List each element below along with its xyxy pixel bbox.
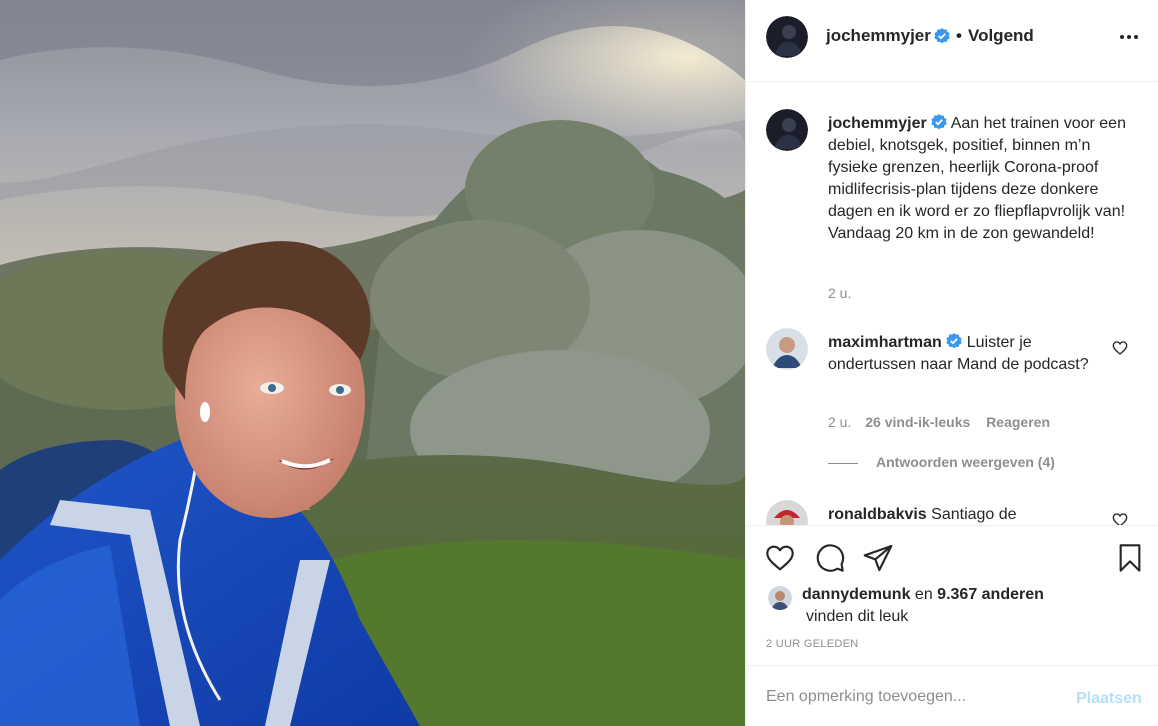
like-heart-icon[interactable] bbox=[764, 542, 796, 574]
view-replies-label: Antwoorden weergeven (4) bbox=[876, 454, 1055, 470]
likes-others-count[interactable]: 9.367 anderen bbox=[937, 586, 1044, 603]
add-comment-input[interactable] bbox=[766, 684, 1056, 710]
instagram-post-modal: jochemmyjer • Volgend jochemmyjer Aan he… bbox=[0, 0, 1158, 726]
comment-username[interactable]: ronaldbakvis bbox=[828, 506, 927, 523]
post-comment-button[interactable]: Plaatsen bbox=[1076, 690, 1142, 708]
comment-text: Santiago de bbox=[931, 506, 1017, 523]
post-timestamp[interactable]: 2 UUR GELEDEN bbox=[766, 638, 859, 650]
first-liker-username[interactable]: dannydemunk bbox=[802, 586, 910, 603]
comment-icon[interactable] bbox=[814, 542, 846, 574]
commenter-avatar[interactable] bbox=[766, 500, 808, 525]
follow-status-button[interactable]: Volgend bbox=[968, 26, 1034, 46]
selfie-photo-illustration bbox=[0, 0, 745, 726]
add-comment-form: Plaatsen bbox=[746, 665, 1158, 726]
more-options-icon[interactable] bbox=[1120, 32, 1144, 42]
view-replies-button[interactable]: Antwoorden weergeven (4) bbox=[828, 454, 1055, 470]
comment-time[interactable]: 2 u. bbox=[828, 414, 851, 430]
author-username[interactable]: jochemmyjer bbox=[826, 26, 931, 46]
comment-meta: 2 u. 26 vind-ik-leuks Reageren bbox=[828, 414, 1050, 430]
verified-badge-icon bbox=[931, 114, 947, 130]
liker-avatar[interactable] bbox=[768, 586, 792, 610]
profile-avatar-icon bbox=[766, 16, 808, 58]
likes-suffix: vinden dit leuk bbox=[806, 608, 909, 625]
author-avatar[interactable] bbox=[766, 16, 808, 58]
post-details-panel: jochemmyjer • Volgend jochemmyjer Aan he… bbox=[745, 0, 1158, 726]
caption-author-avatar[interactable] bbox=[766, 109, 808, 151]
comment-text-block: maximhartman Luister je ondertussen naar… bbox=[828, 332, 1098, 376]
profile-avatar-icon bbox=[766, 109, 808, 151]
comment-likes-count[interactable]: 26 vind-ik-leuks bbox=[865, 414, 970, 430]
reply-button[interactable]: Reageren bbox=[986, 414, 1050, 430]
post-photo[interactable] bbox=[0, 0, 745, 726]
save-bookmark-icon[interactable] bbox=[1114, 542, 1146, 574]
commenter-avatar[interactable] bbox=[766, 328, 808, 370]
comment-username[interactable]: maximhartman bbox=[828, 334, 942, 351]
caption-text: Aan het trainen voor een debiel, knotsge… bbox=[828, 115, 1126, 242]
post-header: jochemmyjer • Volgend bbox=[746, 0, 1158, 82]
caption-username[interactable]: jochemmyjer bbox=[828, 115, 927, 132]
likes-connector: en bbox=[914, 586, 933, 603]
comments-list[interactable]: jochemmyjer Aan het trainen voor een deb… bbox=[746, 83, 1158, 525]
comment-like-heart-icon[interactable] bbox=[1112, 512, 1128, 525]
separator-dot: • bbox=[956, 26, 962, 45]
verified-badge-icon bbox=[934, 28, 950, 44]
post-actions-section: dannydemunk en 9.367 anderen vinden dit … bbox=[746, 525, 1158, 665]
verified-badge-icon bbox=[946, 333, 962, 349]
caption-text-block: jochemmyjer Aan het trainen voor een deb… bbox=[828, 113, 1140, 245]
profile-avatar-icon bbox=[766, 328, 808, 370]
comment-like-heart-icon[interactable] bbox=[1112, 340, 1128, 356]
likes-text: dannydemunk en 9.367 anderen bbox=[802, 584, 1132, 606]
caption-time[interactable]: 2 u. bbox=[828, 285, 851, 301]
profile-avatar-icon bbox=[768, 586, 792, 610]
replies-divider-line bbox=[828, 462, 858, 464]
comment-text-block: ronaldbakvis Santiago de bbox=[828, 504, 1098, 525]
share-direct-icon[interactable] bbox=[862, 542, 894, 574]
profile-avatar-icon bbox=[766, 500, 808, 525]
